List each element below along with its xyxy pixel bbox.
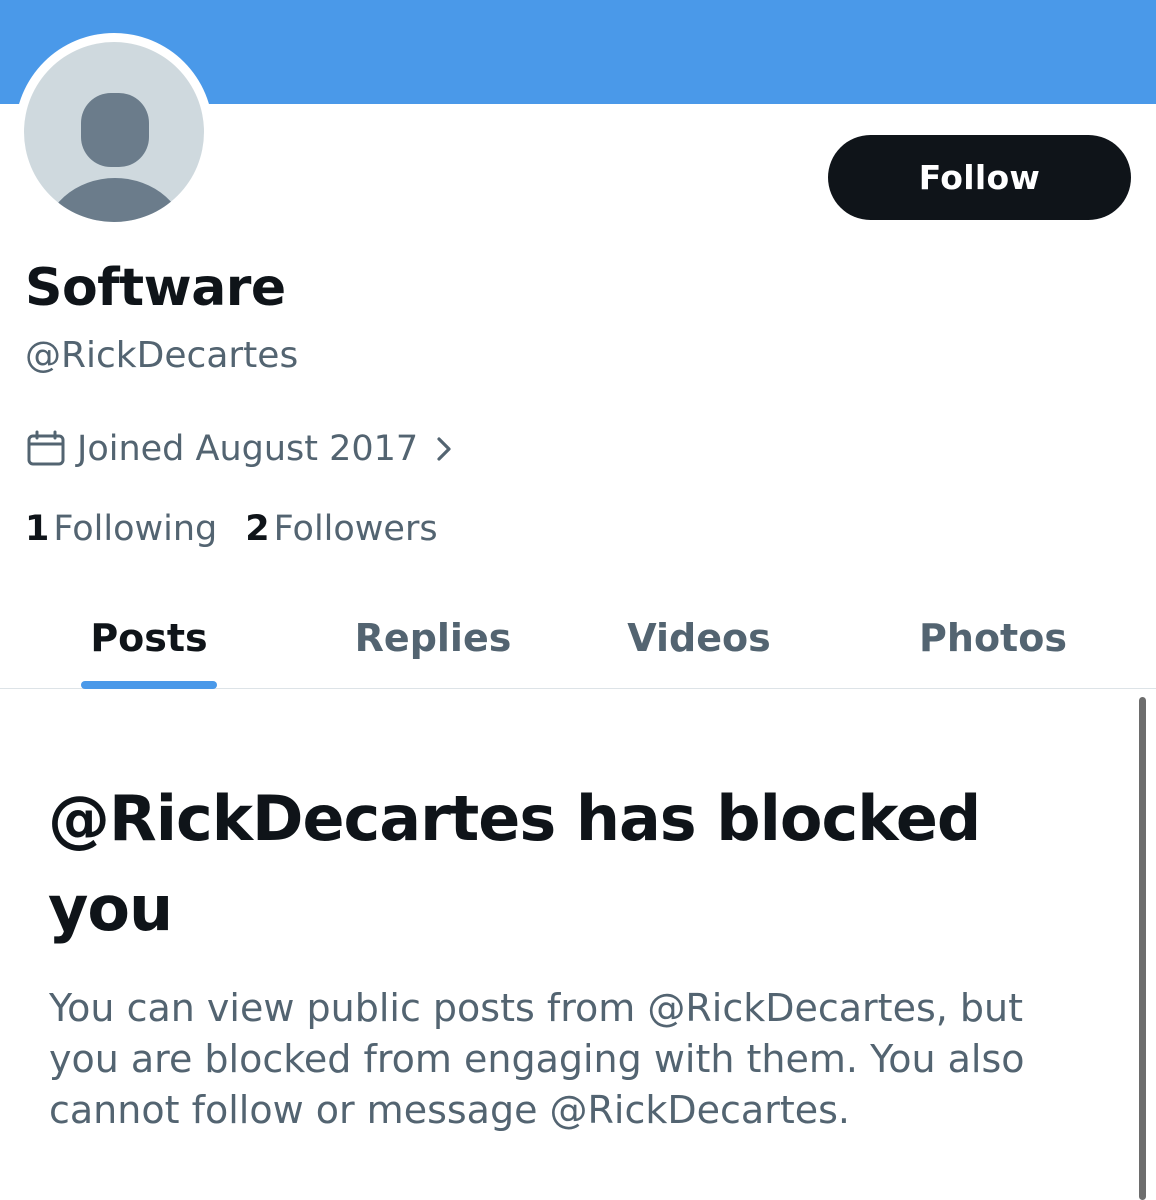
profile-tabs: Posts Replies Videos Photos (0, 588, 1156, 689)
joined-label: Joined August 2017 (77, 429, 419, 469)
tab-replies[interactable]: Replies (340, 588, 526, 688)
followers-link[interactable]: 2 Followers (245, 509, 437, 549)
avatar[interactable] (15, 33, 213, 231)
followers-count: 2 (245, 509, 270, 549)
joined-date[interactable]: Joined August 2017 (25, 424, 460, 474)
calendar-icon (25, 428, 67, 470)
tab-photos[interactable]: Photos (906, 588, 1080, 688)
following-link[interactable]: 1 Following (25, 509, 217, 549)
follow-button[interactable]: Follow (828, 135, 1131, 220)
tab-videos[interactable]: Videos (612, 588, 786, 688)
chevron-right-icon (430, 434, 460, 464)
active-tab-indicator (81, 681, 217, 689)
tab-posts[interactable]: Posts (72, 588, 226, 688)
following-label: Following (53, 509, 218, 549)
following-count: 1 (25, 509, 50, 549)
profile-handle: @RickDecartes (25, 335, 299, 376)
scrollbar[interactable] (1139, 697, 1146, 1200)
blocked-title: @RickDecartes has blocked you (48, 782, 981, 945)
blocked-description: You can view public posts from @RickDeca… (49, 986, 1025, 1132)
default-avatar-icon (24, 42, 204, 222)
follow-stats: 1 Following 2 Followers (25, 504, 438, 554)
followers-label: Followers (273, 509, 438, 549)
profile-display-name: Software (25, 258, 286, 318)
